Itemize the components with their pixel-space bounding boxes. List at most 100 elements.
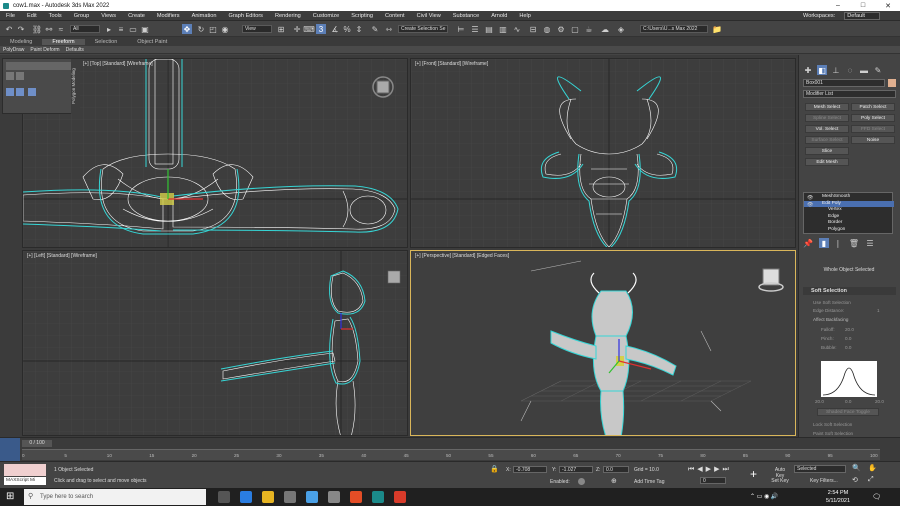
3dsmax-taskbar-icon[interactable]	[372, 491, 384, 503]
motion-tab-icon[interactable]: ◌	[845, 65, 855, 75]
zoom-icon[interactable]: 🔍	[852, 464, 861, 472]
tray-icons[interactable]: ⌃ ▭ ◉ 🔊	[750, 493, 778, 500]
windows-start-icon[interactable]: ⊞	[6, 492, 14, 502]
menu-edit[interactable]: Edit	[21, 13, 43, 19]
link-icon[interactable]: ⛓	[32, 24, 42, 34]
menu-file[interactable]: File	[0, 13, 21, 19]
a360-gallery-icon[interactable]: ◈	[616, 24, 626, 34]
task-view-icon[interactable]	[218, 491, 230, 503]
create-tab-icon[interactable]: ✚	[803, 65, 813, 75]
soft-selection-rollout[interactable]: Soft Selection	[803, 287, 896, 295]
taskbar-date[interactable]: 5/11/2021	[818, 498, 858, 504]
minimize-button[interactable]: –	[826, 0, 850, 11]
display-tab-icon[interactable]: ▬	[859, 65, 869, 75]
playback-controls[interactable]: ⏮◀▶▶⏭	[688, 465, 732, 474]
surface-select-button[interactable]: Surface Select	[805, 136, 849, 144]
z-coordinate[interactable]: 0.0	[603, 466, 629, 473]
maximize-button[interactable]: □	[851, 0, 875, 11]
subtab-defaults[interactable]: Defaults	[63, 47, 87, 53]
viewport-front-label[interactable]: [+] [Front] [Standard] [Wireframe]	[415, 61, 488, 67]
lock-selection-icon[interactable]: 🔒	[490, 465, 499, 473]
edge-browser-icon[interactable]	[240, 491, 252, 503]
panel-tool-4[interactable]	[16, 88, 24, 96]
add-time-tag[interactable]: Add Time Tag	[634, 479, 664, 485]
mesh-select-button[interactable]: Mesh Select	[805, 103, 849, 111]
reference-coord-dropdown[interactable]: View	[242, 25, 272, 33]
workspace-dropdown[interactable]: Default	[844, 12, 880, 20]
time-slider[interactable]: 0 / 100	[22, 440, 52, 447]
paint-soft-selection[interactable]: Paint Soft Selection	[813, 431, 853, 436]
project-folder-icon[interactable]: 📁	[712, 24, 722, 34]
tab-freeform[interactable]: Freeform	[42, 38, 85, 45]
file-explorer-icon[interactable]	[262, 491, 274, 503]
app-icon-9[interactable]	[394, 491, 406, 503]
eye-icon-2[interactable]: 👁	[807, 202, 813, 208]
menu-help[interactable]: Help	[513, 13, 537, 19]
app-icon-6[interactable]	[328, 491, 340, 503]
layer-explorer-icon[interactable]: ▤	[484, 24, 494, 34]
pivot-center-icon[interactable]: ⊞	[276, 24, 286, 34]
stack-item-edit-poly[interactable]: Edit Poly	[804, 200, 894, 207]
menu-content[interactable]: Content	[379, 13, 411, 19]
menu-customize[interactable]: Customize	[307, 13, 345, 19]
mail-icon[interactable]	[284, 491, 296, 503]
snaps-toggle-icon[interactable]: 3	[316, 24, 326, 34]
hierarchy-tab-icon[interactable]: ⊥	[831, 65, 841, 75]
selection-filter-dropdown[interactable]: All	[70, 25, 100, 33]
percent-snap-icon[interactable]: %	[342, 24, 352, 34]
viewport-perspective[interactable]: [+] [Perspective] [Standard] [Edged Face…	[410, 250, 796, 436]
set-key-icon[interactable]: +	[750, 467, 757, 481]
undo-icon[interactable]: ↶	[4, 24, 14, 34]
eye-icon[interactable]: 👁	[807, 195, 813, 201]
stack-item-edge[interactable]: Edge	[804, 214, 894, 220]
bind-spacewarp-icon[interactable]: ≈	[56, 24, 66, 34]
mirror-icon[interactable]: ⇿	[384, 24, 394, 34]
panel-tool-3[interactable]	[6, 88, 14, 96]
edge-distance-value[interactable]: 1	[877, 308, 880, 313]
render-production-icon[interactable]: ☕	[584, 24, 594, 34]
select-manipulate-icon[interactable]: ✛	[292, 24, 302, 34]
window-crossing-icon[interactable]: ▣	[140, 24, 150, 34]
pin-stack-icon[interactable]: 📌	[803, 238, 813, 248]
render-in-cloud-icon[interactable]: ☁	[600, 24, 610, 34]
select-object-icon[interactable]: ▸	[104, 24, 114, 34]
taskbar-search-box[interactable]: ⚲ Type here to search	[24, 489, 206, 505]
adaptive-degradation-icon[interactable]	[578, 478, 585, 485]
placement-icon[interactable]: ◉	[220, 24, 230, 34]
menu-modifiers[interactable]: Modifiers	[151, 13, 186, 19]
remove-modifier-icon[interactable]: 🗑	[849, 238, 859, 248]
named-selection-dropdown[interactable]: Create Selection Se	[398, 25, 448, 33]
ffd-select-button[interactable]: FFD Select	[851, 125, 895, 133]
stack-item-polygon[interactable]: Polygon	[804, 227, 894, 233]
set-key-button[interactable]: Set Key	[770, 478, 790, 484]
select-move-icon[interactable]: ✥	[182, 24, 192, 34]
tab-modeling[interactable]: Modeling	[0, 39, 42, 45]
spline-select-button[interactable]: Spline Select	[805, 114, 849, 122]
project-path-dropdown[interactable]: C:\Users\U...s Max 2022	[640, 25, 708, 33]
stack-item-border[interactable]: Border	[804, 220, 894, 226]
viewport-top-label[interactable]: [+] [Top] [Standard] [Wireframe]	[83, 61, 153, 67]
toggle-scene-explorer-icon[interactable]: ☰	[470, 24, 480, 34]
y-coordinate[interactable]: -1.027	[559, 466, 593, 473]
object-color-swatch[interactable]	[888, 79, 896, 87]
stack-item-meshsmooth[interactable]: MeshSmooth	[804, 194, 894, 200]
tab-object-paint[interactable]: Object Paint	[127, 39, 177, 45]
spinner-snap-icon[interactable]: ⇕	[354, 24, 364, 34]
menu-animation[interactable]: Animation	[186, 13, 223, 19]
edge-distance-label[interactable]: Edge Distance:	[813, 308, 844, 313]
close-button[interactable]: ✕	[876, 0, 900, 11]
angle-snap-icon[interactable]: ∡	[330, 24, 340, 34]
select-scale-icon[interactable]: ◰	[208, 24, 218, 34]
viewport-left[interactable]: [+] [Left] [Standard] [Wireframe]	[22, 250, 408, 436]
maxscript-listener[interactable]	[4, 464, 46, 476]
unlink-icon[interactable]: ⚯	[44, 24, 54, 34]
keyboard-shortcut-icon[interactable]: ⌨	[303, 24, 315, 34]
modify-tab-icon[interactable]: ◧	[817, 65, 827, 75]
rendered-frame-window-icon[interactable]: ▢	[570, 24, 580, 34]
poly-select-button[interactable]: Poly Select	[851, 114, 895, 122]
menu-arnold[interactable]: Arnold	[485, 13, 513, 19]
schematic-view-icon[interactable]: ⊟	[528, 24, 538, 34]
shaded-face-toggle[interactable]: Shaded Face Toggle	[817, 408, 879, 416]
select-rotate-icon[interactable]: ↻	[196, 24, 206, 34]
edit-mesh-button[interactable]: Edit Mesh	[805, 158, 849, 166]
